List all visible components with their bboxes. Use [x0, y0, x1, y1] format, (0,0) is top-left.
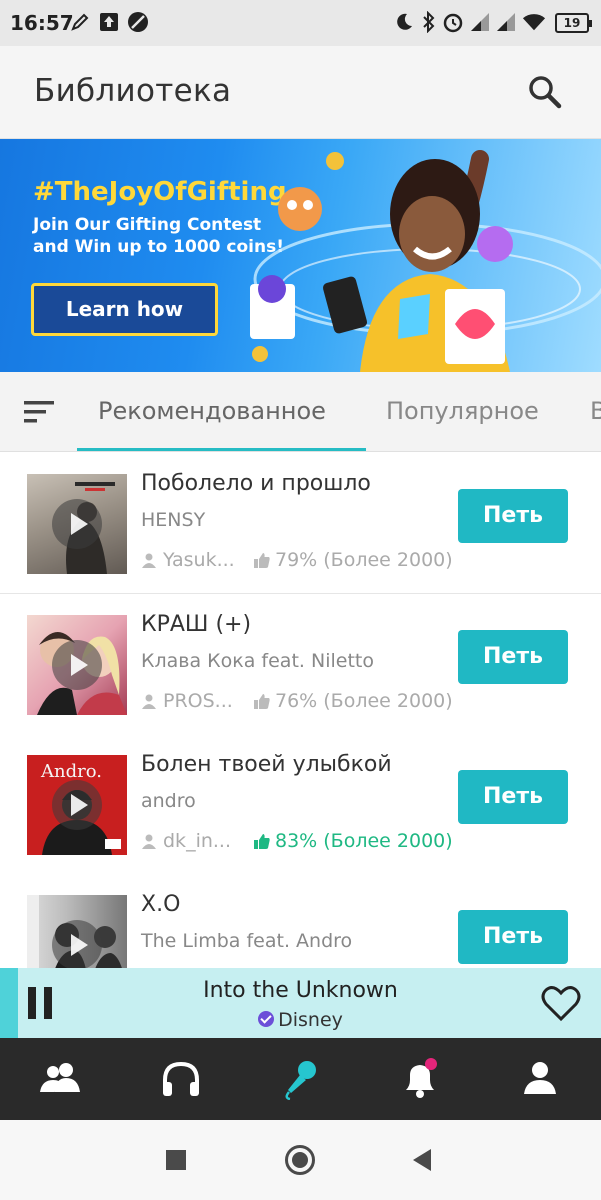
signal-icon	[494, 10, 518, 34]
user-icon	[142, 834, 156, 849]
no-sim-icon	[126, 10, 150, 34]
song-artist: Клава Кока feat. Niletto	[141, 650, 374, 672]
tab-bar: Рекомендованное Популярное В	[0, 372, 601, 452]
user-icon	[142, 694, 156, 709]
song-cover[interactable]	[27, 474, 127, 574]
sing-button[interactable]: Петь	[458, 770, 568, 824]
now-playing-title: Into the Unknown	[203, 978, 398, 1003]
app-bar: Библиотека	[0, 46, 601, 139]
banner-text: Join Our Gifting Contest	[33, 215, 262, 235]
bell-icon[interactable]	[398, 1058, 442, 1100]
promo-banner[interactable]: #TheJoyOfGifting Join Our Gifting Contes…	[0, 139, 601, 372]
song-meta: dk_in... 83% (Более 2000)	[141, 830, 453, 852]
song-artist: The Limba feat. Andro	[141, 930, 353, 952]
song-uploader: PROS...	[163, 690, 233, 712]
tab-more[interactable]: В	[590, 397, 601, 425]
banner-illustration	[250, 150, 601, 372]
headphones-icon[interactable]	[159, 1058, 203, 1100]
home-icon[interactable]	[285, 1145, 315, 1175]
pen-icon	[68, 10, 92, 34]
song-uploader: dk_in...	[163, 830, 232, 852]
moon-icon	[392, 10, 416, 34]
tab-popular[interactable]: Популярное	[386, 397, 539, 425]
now-playing-artist-row: Disney	[0, 1009, 601, 1031]
list-item[interactable]: КРАШ (+) Клава Кока feat. Niletto PROS..…	[0, 594, 601, 735]
song-cover[interactable]: Andro.	[27, 755, 127, 855]
song-title: Поболело и прошло	[141, 471, 371, 496]
people-icon[interactable]	[38, 1058, 82, 1100]
status-bar: 16:57 19	[0, 0, 601, 46]
upload-icon	[97, 10, 121, 34]
play-icon[interactable]	[52, 920, 102, 970]
song-artist: HENSY	[141, 509, 206, 531]
mini-player[interactable]: Into the Unknown Disney	[0, 968, 601, 1038]
song-uploader: Yasuk...	[163, 549, 235, 571]
list-item[interactable]: Andro. Болен твоей улыбкой andro dk_in..…	[0, 734, 601, 875]
heart-icon[interactable]	[541, 984, 581, 1022]
thumbs-up-icon	[254, 694, 270, 709]
wifi-icon	[522, 10, 546, 34]
song-cover[interactable]	[27, 615, 127, 715]
play-icon[interactable]	[52, 640, 102, 690]
learn-how-button[interactable]: Learn how	[31, 283, 218, 336]
sing-button[interactable]: Петь	[458, 630, 568, 684]
play-icon[interactable]	[52, 780, 102, 830]
thumbs-up-icon	[254, 553, 270, 568]
now-playing-artist: Disney	[278, 1009, 343, 1031]
app-screen: 16:57 19 Библиотека #TheJoyOfGifting Joi…	[0, 0, 601, 1200]
signal-icon	[468, 10, 492, 34]
cover-text: Andro.	[40, 761, 102, 782]
song-title: КРАШ (+)	[141, 612, 252, 637]
recents-icon[interactable]	[166, 1150, 186, 1170]
page-title: Библиотека	[34, 73, 232, 109]
sing-button[interactable]: Петь	[458, 910, 568, 964]
song-rating: 76% (Более 2000)	[275, 690, 453, 712]
verified-icon	[258, 1011, 275, 1027]
user-icon	[142, 553, 156, 568]
list-item[interactable]: Поболело и прошло HENSY Yasuk... 79% (Бо…	[0, 453, 601, 594]
sort-icon[interactable]	[24, 401, 56, 423]
song-meta: PROS... 76% (Более 2000)	[141, 690, 453, 712]
sing-button[interactable]: Петь	[458, 489, 568, 543]
song-meta: Yasuk... 79% (Более 2000)	[141, 549, 453, 571]
song-rating: 79% (Более 2000)	[275, 549, 453, 571]
search-icon[interactable]	[527, 74, 563, 110]
song-title: X.O	[141, 892, 181, 917]
song-rating: 83% (Более 2000)	[275, 830, 453, 852]
thumbs-up-icon	[254, 834, 270, 849]
bluetooth-icon	[417, 10, 441, 34]
status-time: 16:57	[10, 11, 74, 35]
battery-icon: 19	[555, 13, 592, 33]
active-tab-indicator	[77, 448, 366, 451]
profile-icon[interactable]	[518, 1058, 562, 1100]
back-icon[interactable]	[413, 1149, 431, 1171]
song-artist: andro	[141, 790, 196, 812]
play-icon[interactable]	[52, 499, 102, 549]
bottom-navigation	[0, 1038, 601, 1120]
song-title: Болен твоей улыбкой	[141, 752, 392, 777]
alarm-icon	[441, 10, 465, 34]
tab-recommended[interactable]: Рекомендованное	[98, 397, 326, 425]
system-navigation-bar	[0, 1120, 601, 1200]
microphone-icon[interactable]	[278, 1058, 322, 1101]
